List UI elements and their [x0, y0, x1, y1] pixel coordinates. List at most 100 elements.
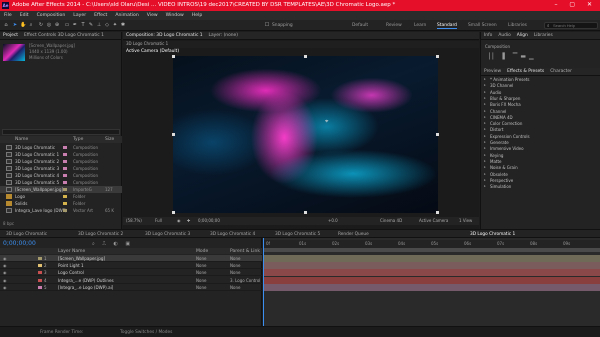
label-color-swatch[interactable] — [63, 181, 67, 184]
project-item[interactable]: 3D Logo Chromatic 1 Composition — [0, 151, 122, 158]
search-help-input[interactable] — [544, 22, 598, 29]
visibility-eye-icon[interactable]: ◉ — [3, 256, 7, 261]
timeline-layer-row[interactable]: ◉ 2 Point Light 1 None None — [0, 262, 262, 270]
visibility-eye-icon[interactable]: ◉ — [3, 278, 7, 283]
work-area-bar[interactable] — [263, 248, 600, 252]
tab-composition[interactable]: Composition: 3D Logo Chromatic 1 — [123, 32, 206, 39]
disclosure-triangle-icon[interactable]: ▸ — [484, 172, 486, 176]
timeline-comp-tab[interactable]: 3D Logo Chromatic 1 — [470, 232, 515, 237]
disclosure-triangle-icon[interactable]: ▸ — [484, 109, 486, 113]
menu-animation[interactable]: Animation — [111, 11, 142, 18]
tab-preview[interactable]: Preview — [481, 68, 504, 75]
menu-view[interactable]: View — [143, 11, 162, 18]
brush-tool-icon[interactable]: ✎ — [88, 22, 94, 28]
camera-tool-icon[interactable]: ◎ — [46, 22, 52, 28]
snapping-checkbox-icon[interactable]: ☐ — [264, 22, 270, 28]
disclosure-triangle-icon[interactable]: ▸ — [484, 165, 486, 169]
visibility-eye-icon[interactable]: ◉ — [3, 285, 7, 290]
tab-character[interactable]: Character — [547, 68, 575, 75]
layer-parent-select[interactable]: None — [230, 285, 240, 290]
transform-handle[interactable] — [172, 211, 175, 214]
renderer-select[interactable]: Cinema 4D — [380, 218, 402, 223]
label-color-swatch[interactable] — [63, 209, 67, 212]
hand-tool-icon[interactable]: ✋ — [20, 22, 26, 28]
transform-handle[interactable] — [436, 133, 439, 136]
layer-duration-bar[interactable] — [263, 283, 600, 291]
disclosure-triangle-icon[interactable]: ▸ — [484, 83, 486, 87]
timeline-comp-tab[interactable]: Render Queue — [338, 232, 369, 237]
project-search-input[interactable] — [2, 129, 120, 135]
pen-tool-icon[interactable]: ✒ — [72, 22, 78, 28]
menu-composition[interactable]: Composition — [33, 11, 70, 18]
composition-viewer[interactable]: ⌖ — [172, 55, 439, 214]
label-color-swatch[interactable] — [63, 153, 67, 156]
layer-duration-bar[interactable] — [263, 269, 600, 277]
anchor-point-icon[interactable]: ⌖ — [325, 118, 328, 126]
workspace-small-screen[interactable]: Small Screen — [468, 23, 497, 28]
disclosure-triangle-icon[interactable]: ▸ — [484, 127, 486, 131]
layer-label-swatch[interactable] — [38, 257, 42, 260]
tab-layer[interactable]: Layer: (none) — [206, 32, 241, 39]
column-parent[interactable]: Parent & Link — [230, 249, 260, 254]
workspace-standard[interactable]: Standard — [437, 23, 457, 29]
layer-parent-select[interactable]: None — [230, 263, 240, 268]
disclosure-triangle-icon[interactable]: ▸ — [484, 140, 486, 144]
pan-behind-tool-icon[interactable]: ⊕ — [54, 22, 60, 28]
tab-project[interactable]: Project — [0, 32, 21, 39]
bit-depth-label[interactable]: 8 bpc — [3, 221, 14, 226]
menu-layer[interactable]: Layer — [69, 11, 90, 18]
camera-snapshot-icon[interactable]: ◉ — [177, 218, 181, 223]
workspace-libraries[interactable]: Libraries — [508, 23, 527, 28]
disclosure-triangle-icon[interactable]: ▸ — [484, 153, 486, 157]
timeline-comp-tab[interactable]: 3D Logo Chromatic — [6, 232, 47, 237]
effect-category[interactable]: ▸ Simulation — [481, 184, 600, 190]
layer-parent-select[interactable]: 3. Logo Control — [230, 278, 260, 283]
camera-select[interactable]: Active Camera — [419, 218, 448, 223]
transform-handle[interactable] — [304, 211, 307, 214]
disclosure-triangle-icon[interactable]: ▸ — [484, 96, 486, 100]
exposure-value[interactable]: +0.0 — [328, 218, 338, 223]
column-layer-name[interactable]: Layer Name — [58, 249, 85, 254]
layer-label-swatch[interactable] — [38, 278, 42, 282]
rotate-tool-icon[interactable]: ↻ — [38, 22, 44, 28]
timeline-comp-tab[interactable]: 3D Logo Chromatic 5 — [275, 232, 320, 237]
timeline-comp-tab[interactable]: 3D Logo Chromatic 4 — [210, 232, 255, 237]
project-item[interactable]: 3D Logo Chromatic 3 Composition — [0, 165, 122, 172]
eraser-tool-icon[interactable]: ◇ — [104, 22, 110, 28]
label-color-swatch[interactable] — [63, 146, 67, 149]
transform-handle[interactable] — [172, 133, 175, 136]
project-item[interactable]: 3D Logo Chromatic 4 Composition — [0, 172, 122, 179]
puppet-tool-icon[interactable]: ✱ — [120, 22, 126, 28]
visibility-eye-icon[interactable]: ◉ — [3, 270, 7, 275]
layer-mode-select[interactable]: None — [196, 270, 206, 275]
zoom-tool-icon[interactable]: ⌕ — [28, 22, 34, 28]
label-color-swatch[interactable] — [63, 160, 67, 163]
timeline-layer-row[interactable]: ◉ 1 [Screen_Wallpaper.jpg] None None — [0, 255, 262, 262]
disclosure-triangle-icon[interactable]: ▸ — [484, 90, 486, 94]
resolution-select[interactable]: Full — [155, 218, 162, 223]
disclosure-triangle-icon[interactable]: ▸ — [484, 102, 486, 106]
tab-effects-presets[interactable]: Effects & Presets — [504, 68, 547, 75]
label-color-swatch[interactable] — [63, 174, 67, 177]
playhead[interactable] — [263, 238, 264, 326]
align-buttons-icon[interactable]: ▕▏▐ ▔▬▁ — [485, 53, 537, 60]
timecode-display[interactable]: 0;00;00;00 — [198, 218, 220, 223]
label-color-swatch[interactable] — [63, 188, 67, 191]
menu-effect[interactable]: Effect — [90, 11, 111, 18]
toggle-switches-modes[interactable]: Toggle Switches / Modes — [120, 330, 172, 335]
timeline-layer-row[interactable]: ◉ 3 Logo Control None None — [0, 269, 262, 277]
disclosure-triangle-icon[interactable]: ▸ — [484, 146, 486, 150]
label-color-swatch[interactable] — [63, 195, 67, 198]
transform-handle[interactable] — [172, 55, 175, 58]
workspace-default[interactable]: Default — [352, 23, 368, 28]
menu-window[interactable]: Window — [162, 11, 188, 18]
menu-edit[interactable]: Edit — [16, 11, 33, 18]
type-tool-icon[interactable]: T — [80, 22, 86, 28]
transform-handle[interactable] — [436, 55, 439, 58]
column-type[interactable]: Type — [73, 137, 83, 142]
project-item[interactable]: Logo Folder — [0, 193, 122, 200]
rectangle-tool-icon[interactable]: ▭ — [64, 22, 70, 28]
layer-duration-bar[interactable] — [263, 276, 600, 284]
layer-mode-select[interactable]: None — [196, 256, 206, 261]
timeline-comp-tab[interactable]: 3D Logo Chromatic 2 — [78, 232, 123, 237]
